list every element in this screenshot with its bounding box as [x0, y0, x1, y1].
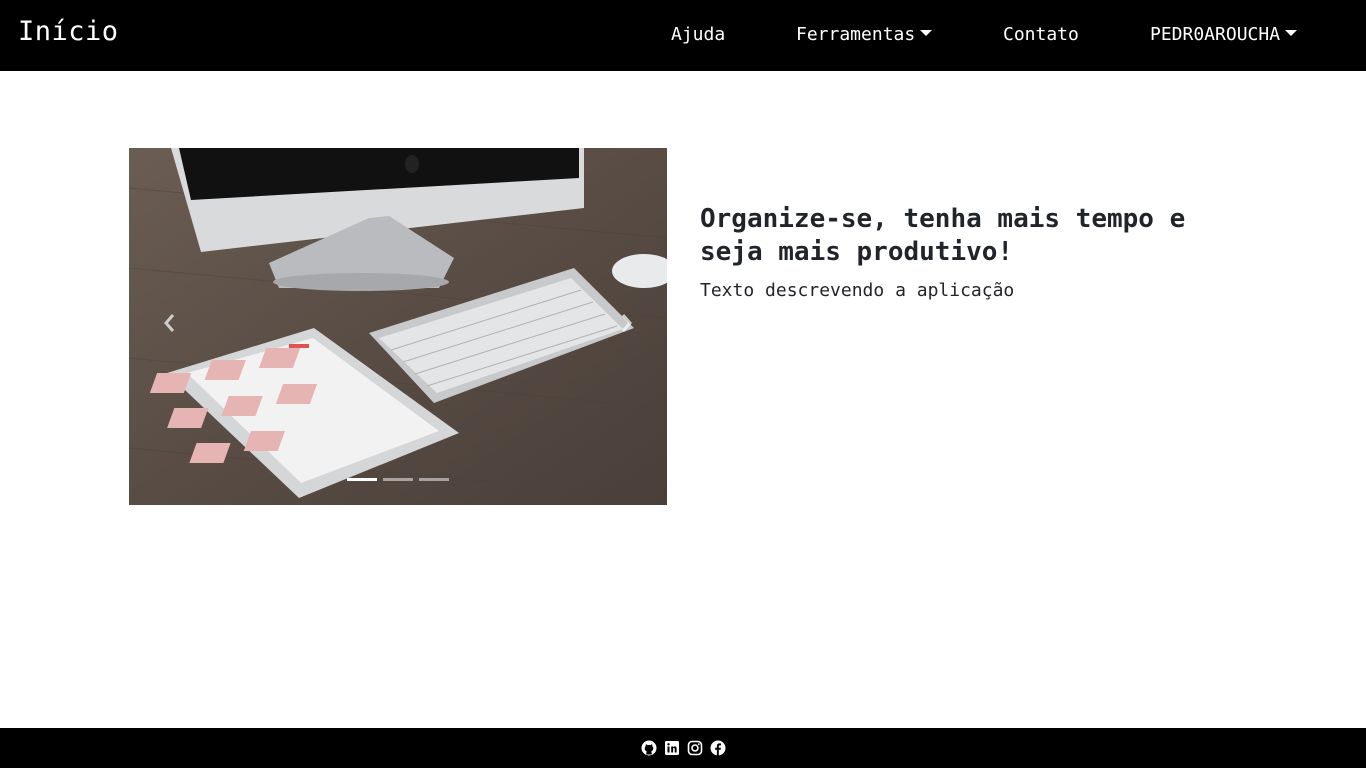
nav-contato-link[interactable]: Contato [1003, 24, 1079, 45]
carousel-indicator-2[interactable] [383, 478, 413, 481]
facebook-icon [710, 740, 725, 756]
github-link[interactable] [641, 740, 657, 756]
nav-user-dropdown[interactable]: PEDR0AROUCHA [1150, 24, 1298, 45]
nav-ferramentas-label: Ferramentas [796, 24, 916, 45]
facebook-link[interactable] [710, 740, 726, 756]
github-icon [641, 740, 656, 756]
hero-section: Organize-se, tenha mais tempo e seja mai… [700, 203, 1220, 301]
brand-home-link[interactable]: Início [18, 16, 119, 47]
instagram-link[interactable] [687, 740, 703, 756]
nav-user-label: PEDR0AROUCHA [1150, 24, 1281, 45]
carousel-next-button[interactable] [612, 308, 642, 338]
top-navbar: Início Ajuda Ferramentas Contato PEDR0AR… [0, 0, 1366, 71]
caret-down-icon [1285, 30, 1298, 36]
chevron-right-icon [621, 314, 632, 332]
carousel-prev-button[interactable] [154, 308, 184, 338]
linkedin-link[interactable] [664, 740, 680, 756]
caret-down-icon [920, 30, 933, 36]
footer [0, 728, 1366, 768]
carousel-indicator-3[interactable] [419, 478, 449, 481]
linkedin-icon [664, 741, 679, 755]
instagram-icon [687, 740, 702, 756]
hero-title: Organize-se, tenha mais tempo e seja mai… [700, 204, 1186, 267]
hero-subtitle: Texto descrevendo a aplicação [700, 280, 1015, 301]
carousel-indicators [129, 478, 667, 481]
carousel-slide-image [129, 148, 667, 505]
nav-ferramentas-dropdown[interactable]: Ferramentas [796, 24, 933, 45]
nav-ajuda-link[interactable]: Ajuda [671, 24, 725, 45]
chevron-left-icon [164, 314, 175, 332]
carousel-indicator-1[interactable] [347, 478, 377, 481]
image-carousel [129, 148, 667, 505]
